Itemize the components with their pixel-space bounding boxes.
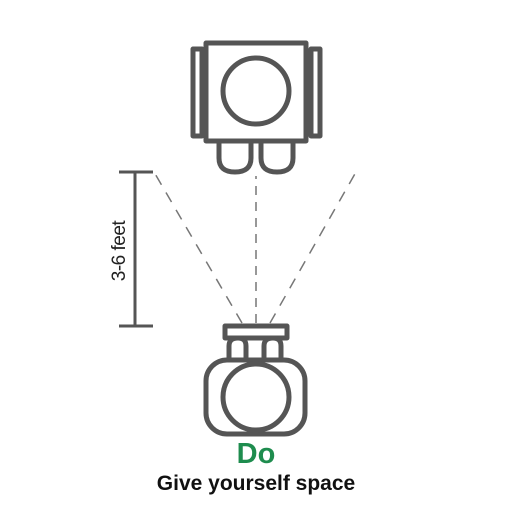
sight-line-left — [153, 171, 243, 324]
sight-lines — [153, 171, 357, 324]
bottom-person-left-foot — [226, 335, 249, 358]
top-person — [190, 40, 323, 175]
verdict-label: Do — [236, 438, 276, 470]
bottom-person-head — [220, 361, 292, 433]
top-person-head — [220, 55, 292, 127]
bottom-person — [203, 323, 308, 437]
top-person-left-foot — [216, 143, 254, 175]
top-person-left-arm — [190, 46, 205, 139]
bottom-person-right-foot — [261, 335, 284, 358]
distance-label: 3-6 feet — [109, 220, 130, 282]
top-person-right-foot — [258, 143, 296, 175]
caption: Give yourself space — [156, 472, 356, 495]
top-person-right-arm — [308, 46, 323, 139]
sight-line-right — [269, 171, 357, 324]
